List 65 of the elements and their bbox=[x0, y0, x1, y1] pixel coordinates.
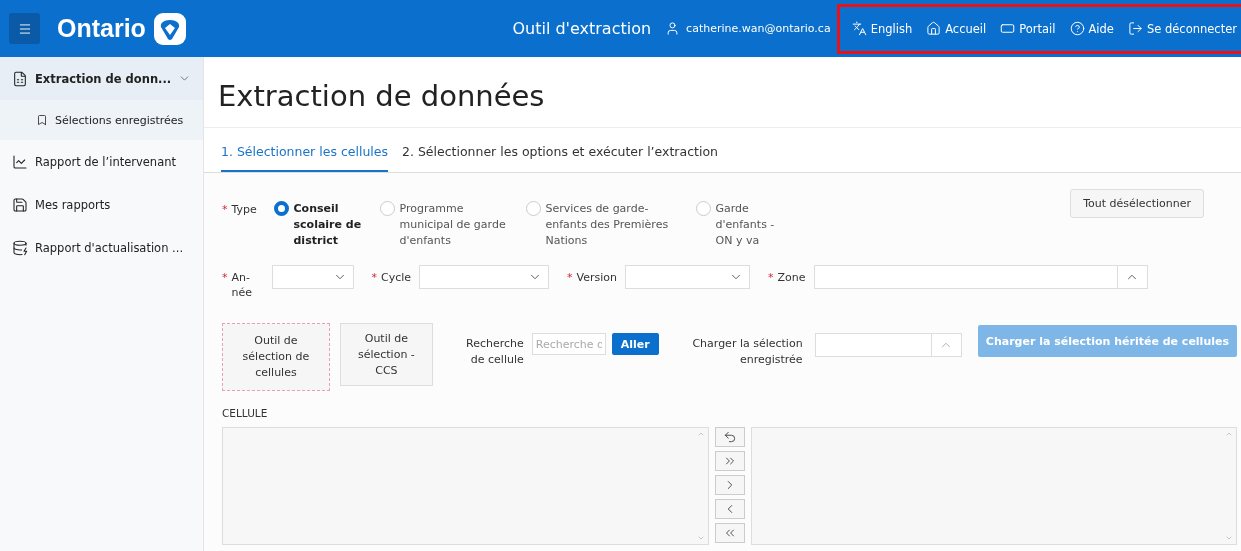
user-account[interactable]: catherine.wan@ontario.ca bbox=[665, 21, 831, 36]
dropdown-field[interactable] bbox=[813, 265, 1148, 289]
scroll-down-icon bbox=[696, 534, 705, 542]
menu-button[interactable] bbox=[9, 13, 40, 44]
radio-label: Conseil scolaire de district bbox=[293, 201, 363, 249]
sidebar-item[interactable]: Mes rapports bbox=[0, 183, 203, 226]
scroll-up-icon bbox=[1225, 430, 1233, 438]
radio-label: Garde d'enfants - ON y va bbox=[715, 201, 776, 249]
header-link[interactable]: Portail bbox=[1000, 21, 1056, 36]
sidebar-item[interactable]: Extraction de donn... bbox=[0, 57, 203, 100]
header-link[interactable]: English bbox=[851, 21, 913, 36]
radio-label: Services de garde-enfants des Premières Nations bbox=[545, 201, 670, 249]
radio-button[interactable] bbox=[273, 201, 289, 216]
saved-selection-field[interactable] bbox=[814, 333, 962, 357]
required-mark: * bbox=[768, 270, 774, 285]
window-icon bbox=[1000, 21, 1016, 36]
home-icon bbox=[926, 21, 942, 36]
field-label: Version bbox=[576, 270, 617, 285]
tool-button[interactable]: Outil de sélection - CCS bbox=[339, 323, 433, 386]
header-link[interactable]: Accueil bbox=[926, 21, 987, 36]
scroll-up-icon bbox=[696, 430, 705, 438]
shuttle-button[interactable] bbox=[714, 427, 745, 447]
header-link[interactable]: Se déconnecter bbox=[1127, 21, 1237, 36]
scroll-down-icon bbox=[1225, 534, 1233, 542]
logout-icon bbox=[1127, 21, 1143, 36]
spreadsheet-icon bbox=[12, 70, 28, 87]
required-mark: * bbox=[567, 270, 573, 285]
page-title: Extraction de données bbox=[217, 78, 546, 115]
required-mark: * bbox=[222, 270, 228, 285]
save-icon bbox=[12, 196, 28, 213]
sidebar-subitem[interactable]: Sélections enregistrées bbox=[0, 100, 203, 140]
dropdown-field[interactable] bbox=[419, 265, 550, 289]
menu-icon bbox=[17, 21, 32, 36]
help-icon bbox=[1069, 21, 1085, 36]
dropdown-field[interactable] bbox=[625, 265, 750, 289]
user-icon bbox=[665, 21, 681, 36]
go-button[interactable]: Aller bbox=[611, 333, 659, 355]
field-label: Zone bbox=[777, 270, 806, 285]
field-label: An-née bbox=[231, 270, 253, 300]
tool-button[interactable]: Outil de sélection de cellules bbox=[222, 323, 330, 391]
field-label: Cycle bbox=[381, 270, 412, 285]
shuttle-button[interactable] bbox=[714, 523, 745, 543]
line-chart-icon bbox=[12, 153, 28, 170]
list-label: CELLULE bbox=[222, 407, 269, 419]
required-mark: * bbox=[371, 270, 377, 285]
header-link[interactable]: Aide bbox=[1069, 21, 1114, 36]
undo-icon bbox=[722, 430, 737, 444]
shuttle-button[interactable] bbox=[714, 451, 745, 471]
step-tab[interactable]: 2. Sélectionner les options et exécuter l’extraction bbox=[402, 144, 718, 172]
deselect-all-button[interactable]: Tout désélectionner bbox=[1070, 189, 1204, 218]
search-label: Recherche de cellule bbox=[465, 336, 524, 368]
required-mark: * bbox=[222, 202, 228, 216]
translate-icon bbox=[851, 21, 867, 36]
brand-name: Ontario bbox=[57, 14, 146, 43]
saved-selection-label: Charger la sélection enregistrée bbox=[691, 336, 803, 368]
database-icon bbox=[12, 239, 28, 256]
bookmark-icon bbox=[36, 114, 48, 126]
selected-list[interactable] bbox=[750, 427, 1237, 545]
radio-label: Programme municipal de garde d'enfants bbox=[399, 201, 507, 249]
dropdown-field[interactable] bbox=[271, 265, 354, 289]
type-label: Type bbox=[231, 202, 258, 216]
available-list[interactable] bbox=[222, 427, 709, 545]
sidebar-item[interactable]: Rapport d'actualisation ... bbox=[0, 226, 203, 269]
sidebar-item[interactable]: Rapport de l’intervenant bbox=[0, 140, 203, 183]
app-title: Outil d'extraction bbox=[512, 19, 652, 38]
